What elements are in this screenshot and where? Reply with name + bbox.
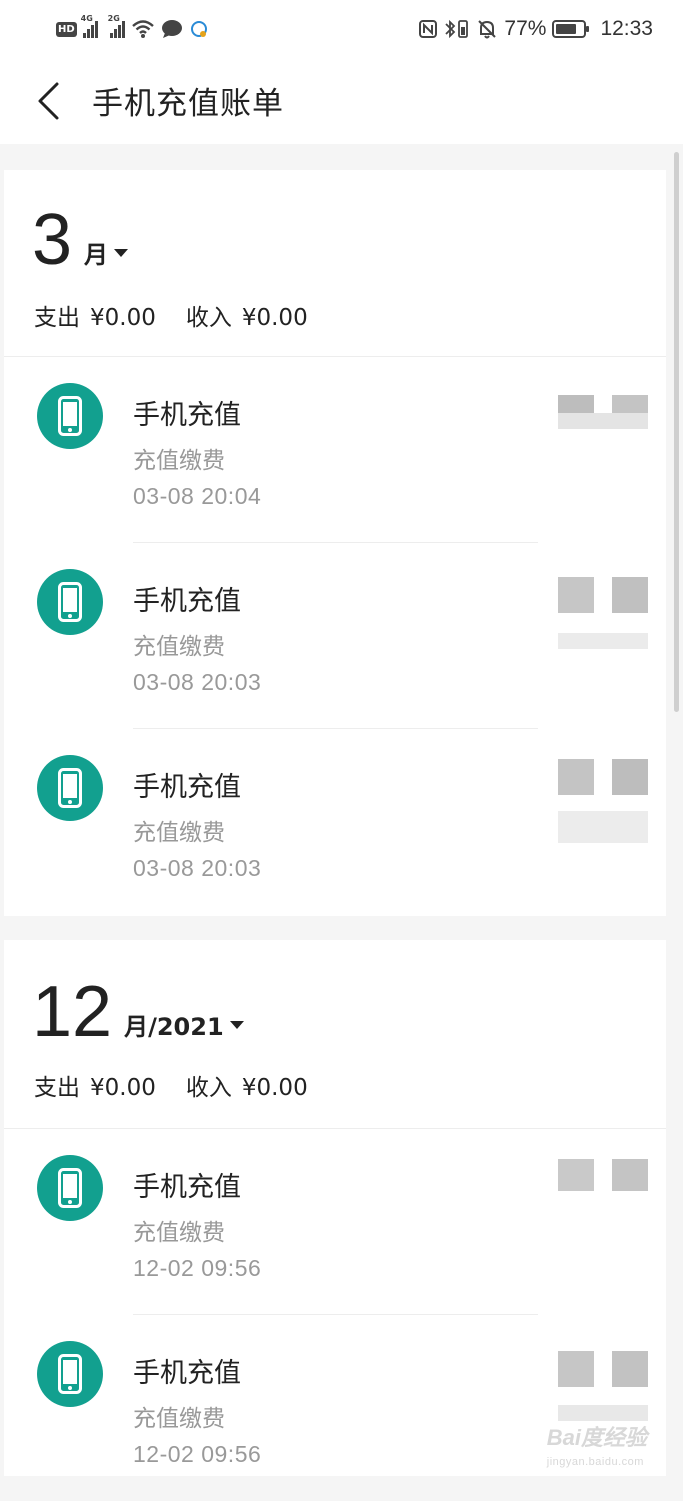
- caret-down-icon: [114, 248, 129, 257]
- phone-icon: [37, 1155, 103, 1221]
- transaction-time: 03-08 20:03: [133, 855, 262, 881]
- phone-icon: [37, 755, 103, 821]
- income-summary: 收入 ¥0.00: [185, 305, 308, 331]
- battery-icon: [552, 20, 590, 38]
- page-title: 手机充值账单: [92, 86, 284, 122]
- income-summary: 收入 ¥0.00: [185, 1075, 308, 1101]
- status-bar: HD 4G 2G 77% 12:33: [0, 0, 683, 58]
- transaction-item[interactable]: 手机充值 充值缴费 03-08 20:03: [4, 729, 666, 915]
- transaction-name: 手机充值: [133, 1358, 241, 1389]
- transaction-time: 03-08 20:04: [133, 483, 262, 509]
- hd-badge: HD: [56, 21, 77, 37]
- month-dropdown[interactable]: 月: [84, 235, 129, 270]
- month-card: 12 月/2021 支出 ¥0.00 收入 ¥0.00 手机充值 充值缴费 12-0…: [4, 940, 666, 1476]
- signal-2g-icon: 2G: [108, 14, 125, 38]
- transaction-category: 充值缴费: [133, 634, 225, 660]
- transaction-item[interactable]: 手机充值 充值缴费 03-08 20:03: [4, 543, 666, 729]
- transaction-item[interactable]: 手机充值 充值缴费 03-08 20:04: [4, 357, 666, 543]
- back-button[interactable]: [30, 76, 70, 126]
- status-bar-left: HD 4G 2G: [56, 14, 209, 42]
- status-bar-right: 77% 12:33: [418, 16, 653, 42]
- transaction-time: 12-02 09:56: [133, 1441, 262, 1467]
- watermark: Bai度经验 jingyan.baidu.com: [546, 1425, 647, 1468]
- bell-muted-icon: [478, 20, 497, 39]
- signal-4g-icon: 4G: [81, 14, 98, 38]
- transaction-name: 手机充值: [133, 400, 241, 431]
- month-summary: 支出 ¥0.00 收入 ¥0.00: [34, 298, 308, 332]
- transaction-name: 手机充值: [133, 1172, 241, 1203]
- scrollbar[interactable]: [674, 152, 679, 712]
- month-suffix-label: 月: [84, 241, 109, 269]
- expense-summary: 支出 ¥0.00: [34, 305, 156, 331]
- transaction-category: 充值缴费: [133, 820, 225, 846]
- bluetooth-battery-icon: [445, 19, 469, 39]
- transaction-time: 03-08 20:03: [133, 669, 262, 695]
- month-suffix-label: 月/2021: [124, 1013, 224, 1041]
- expense-summary: 支出 ¥0.00: [34, 1075, 156, 1101]
- chevron-left-icon: [38, 82, 59, 120]
- chat-bubble-icon: [161, 20, 182, 38]
- transaction-item[interactable]: 手机充值 充值缴费 12-02 09:56: [4, 1315, 666, 1501]
- phone-icon: [37, 383, 103, 449]
- phone-icon: [37, 1341, 103, 1407]
- month-dropdown[interactable]: 月/2021: [124, 1007, 244, 1042]
- clock: 12:33: [600, 17, 653, 40]
- sync-chat-icon: [190, 21, 207, 37]
- transaction-item[interactable]: 手机充值 充值缴费 12-02 09:56: [4, 1129, 666, 1315]
- nfc-icon: [419, 20, 438, 38]
- transaction-name: 手机充值: [133, 772, 241, 803]
- battery-percent: 77%: [504, 17, 547, 40]
- caret-down-icon: [229, 1020, 244, 1029]
- transaction-category: 充值缴费: [133, 1220, 225, 1246]
- phone-icon: [37, 569, 103, 635]
- month-selector[interactable]: 12 月/2021: [32, 976, 244, 1048]
- month-selector[interactable]: 3 月: [32, 200, 129, 280]
- transaction-category: 充值缴费: [133, 448, 225, 474]
- month-card: 3 月 支出 ¥0.00 收入 ¥0.00 手机充值 充值缴费 03-08 20:0…: [4, 170, 666, 916]
- month-summary: 支出 ¥0.00 收入 ¥0.00: [34, 1068, 308, 1102]
- transaction-category: 充值缴费: [133, 1406, 225, 1432]
- app-header: 手机充值账单: [0, 58, 683, 144]
- wifi-icon: [131, 20, 154, 38]
- transaction-name: 手机充值: [133, 586, 241, 617]
- month-number: 3: [32, 200, 73, 280]
- month-number: 12: [32, 972, 113, 1052]
- transaction-time: 12-02 09:56: [133, 1255, 262, 1281]
